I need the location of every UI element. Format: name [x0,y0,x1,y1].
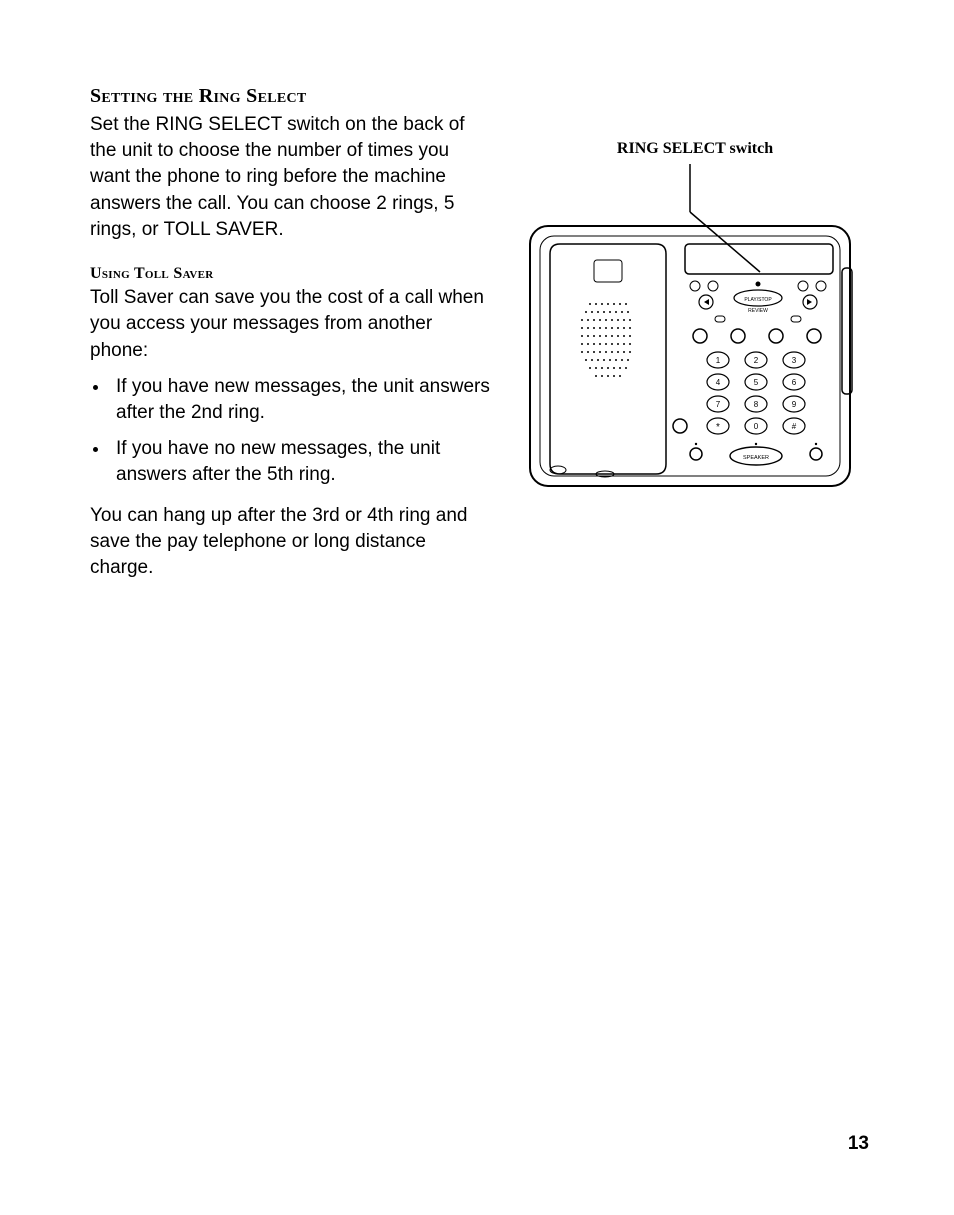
svg-text:*: * [716,422,720,433]
svg-text:0: 0 [754,422,759,431]
keypad: 1 2 3 4 5 6 7 8 9 * 0 # [707,352,805,434]
svg-text:2: 2 [754,356,759,365]
svg-text:1: 1 [716,356,721,365]
svg-text:9: 9 [792,400,797,409]
play-stop-label: PLAY/STOP [744,297,772,303]
list-item: If you have no new messages, the unit an… [110,436,490,488]
page-number: 13 [848,1133,869,1155]
list-item: If you have new messages, the unit answe… [110,374,490,426]
section-intro: Set the RING SELECT switch on the back o… [90,112,490,243]
review-label: REVIEW [748,308,768,314]
section-heading: Setting the Ring Select [90,85,490,108]
figure-column: RING SELECT switch [520,85,870,591]
subsection-intro: Toll Saver can save you the cost of a ca… [90,285,490,364]
figure-caption: RING SELECT switch [520,140,870,158]
svg-text:8: 8 [754,400,759,409]
closing-paragraph: You can hang up after the 3rd or 4th rin… [90,503,490,582]
phone-illustration: PLAY/STOP REVIEW 1 [520,164,870,499]
svg-text:3: 3 [792,356,797,365]
svg-text:4: 4 [716,378,721,387]
page: Setting the Ring Select Set the RING SEL… [0,0,954,1215]
svg-text:5: 5 [754,378,759,387]
svg-text:#: # [792,422,797,431]
svg-text:6: 6 [792,378,797,387]
bullet-list: If you have new messages, the unit answe… [90,374,490,489]
phone-svg: PLAY/STOP REVIEW 1 [520,164,860,494]
subsection-heading: Using Toll Saver [90,265,490,283]
svg-text:7: 7 [716,400,721,409]
text-column: Setting the Ring Select Set the RING SEL… [90,85,490,591]
content-columns: Setting the Ring Select Set the RING SEL… [90,85,874,591]
speaker-label: SPEAKER [743,455,769,461]
